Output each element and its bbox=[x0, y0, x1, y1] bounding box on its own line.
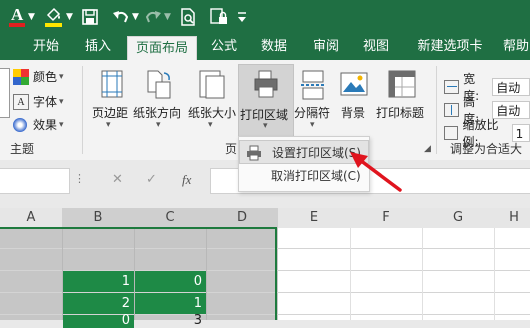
undo-icon bbox=[113, 11, 129, 23]
scale-icon bbox=[444, 126, 459, 140]
save-button[interactable] bbox=[82, 5, 98, 29]
name-box[interactable] bbox=[0, 168, 70, 194]
dialog-launcher-icon[interactable]: ◢ bbox=[424, 144, 431, 154]
quick-access-toolbar: A ▼ ▼ ▼ ▼ bbox=[0, 0, 530, 34]
cell-b4[interactable]: 2 bbox=[63, 294, 134, 314]
font-color-button[interactable]: A ▼ bbox=[8, 5, 35, 29]
redo-icon bbox=[145, 11, 161, 23]
paper-size-icon bbox=[199, 70, 225, 99]
save-icon bbox=[82, 9, 98, 25]
width-icon bbox=[444, 80, 460, 94]
tab-new-tab[interactable]: 新建选项卡 bbox=[410, 34, 490, 60]
chevron-down-icon: ▾ bbox=[106, 120, 111, 130]
column-header-d[interactable]: D bbox=[206, 208, 279, 229]
chevron-down-icon: ▾ bbox=[263, 121, 268, 131]
chevron-down-icon: ▾ bbox=[156, 120, 161, 130]
fonts-icon: A bbox=[13, 93, 29, 110]
formula-bar-grip-icon: ⋮ bbox=[74, 172, 85, 185]
margins-icon bbox=[101, 70, 123, 98]
chevron-down-icon[interactable]: ▼ bbox=[164, 12, 171, 22]
unselected-cells[interactable] bbox=[278, 228, 530, 320]
height-icon bbox=[444, 103, 460, 117]
protect-sheet-icon bbox=[210, 8, 227, 24]
cell-c3[interactable]: 0 bbox=[135, 272, 206, 292]
print-titles-icon bbox=[388, 70, 416, 98]
redo-button[interactable]: ▼ bbox=[144, 5, 171, 29]
tab-review[interactable]: 审阅 bbox=[308, 34, 344, 60]
chevron-down-icon[interactable]: ▼ bbox=[132, 12, 139, 22]
orientation-button[interactable]: 纸张方向 ▾ bbox=[133, 68, 186, 136]
breaks-icon bbox=[301, 70, 325, 100]
chevron-down-icon: ▾ bbox=[310, 120, 315, 130]
tab-home[interactable]: 开始 bbox=[28, 34, 64, 60]
chevron-down-icon[interactable]: ▼ bbox=[28, 12, 35, 22]
print-preview-button[interactable] bbox=[180, 5, 196, 29]
tab-help[interactable]: 帮助 bbox=[498, 34, 530, 60]
column-header-f[interactable]: F bbox=[350, 208, 423, 229]
cell-b3[interactable]: 1 bbox=[63, 272, 134, 292]
cell-b5[interactable]: 0 bbox=[63, 314, 134, 328]
column-header-e[interactable]: E bbox=[278, 208, 351, 229]
print-titles-button[interactable]: 打印标题 bbox=[374, 68, 428, 136]
cell-c4[interactable]: 1 bbox=[135, 294, 206, 314]
background-image-icon bbox=[340, 72, 368, 96]
group-label-scale-to-fit: 调整为合适大 bbox=[450, 142, 523, 156]
column-header-b[interactable]: B bbox=[62, 208, 135, 229]
insert-function-icon[interactable]: fx bbox=[182, 172, 191, 188]
group-label-themes: 主题 bbox=[10, 142, 35, 156]
undo-button[interactable]: ▼ bbox=[112, 5, 139, 29]
tab-view[interactable]: 视图 bbox=[358, 34, 394, 60]
background-button[interactable]: 背景 bbox=[338, 68, 372, 136]
protect-sheet-button[interactable] bbox=[210, 5, 228, 29]
breaks-button[interactable]: 分隔符 ▾ bbox=[294, 68, 336, 136]
theme-fonts-button[interactable]: A 字体 ▾ bbox=[13, 93, 64, 110]
theme-colors-button[interactable]: 颜色 ▾ bbox=[13, 68, 64, 85]
customize-qat-button[interactable] bbox=[236, 5, 248, 29]
chevron-down-icon[interactable]: ▼ bbox=[66, 12, 73, 22]
group-label-page-setup: 页 bbox=[225, 142, 238, 156]
margins-button[interactable]: 页边距 ▾ bbox=[90, 68, 132, 136]
column-header-c[interactable]: C bbox=[134, 208, 207, 229]
column-header-h[interactable]: H bbox=[494, 208, 530, 229]
font-color-icon: A bbox=[8, 5, 26, 28]
fill-color-button[interactable]: ▼ bbox=[44, 5, 73, 29]
set-print-area-icon bbox=[247, 145, 261, 161]
print-area-icon bbox=[254, 70, 278, 98]
fill-color-icon bbox=[44, 6, 64, 28]
enter-icon[interactable]: ✓ bbox=[146, 172, 157, 187]
worksheet-grid: A B C D E F G H 1 0 2 1 0 3 bbox=[0, 208, 530, 328]
cancel-icon[interactable]: ✕ bbox=[112, 172, 123, 187]
tab-page-layout[interactable]: 页面布局 bbox=[127, 36, 197, 61]
column-header-g[interactable]: G bbox=[422, 208, 495, 229]
more-options-icon bbox=[238, 12, 246, 22]
tab-data[interactable]: 数据 bbox=[256, 34, 292, 60]
cell-c5[interactable]: 3 bbox=[135, 314, 206, 328]
orientation-icon bbox=[147, 70, 171, 99]
palette-icon bbox=[13, 68, 29, 85]
themes-icon[interactable] bbox=[0, 68, 10, 118]
print-preview-icon bbox=[181, 8, 195, 26]
effects-icon bbox=[13, 117, 27, 132]
annotation-arrow-icon bbox=[350, 152, 402, 192]
ribbon-tabs: 开始 插入 页面布局 公式 数据 审阅 视图 新建选项卡 帮助 bbox=[0, 34, 530, 61]
column-header-a[interactable]: A bbox=[0, 208, 63, 229]
paper-size-button[interactable]: 纸张大小 ▾ bbox=[188, 68, 238, 136]
chevron-down-icon: ▾ bbox=[208, 120, 213, 130]
tab-formulas[interactable]: 公式 bbox=[206, 34, 242, 60]
tab-insert[interactable]: 插入 bbox=[80, 34, 116, 60]
theme-effects-button[interactable]: 效果 ▾ bbox=[13, 116, 64, 133]
